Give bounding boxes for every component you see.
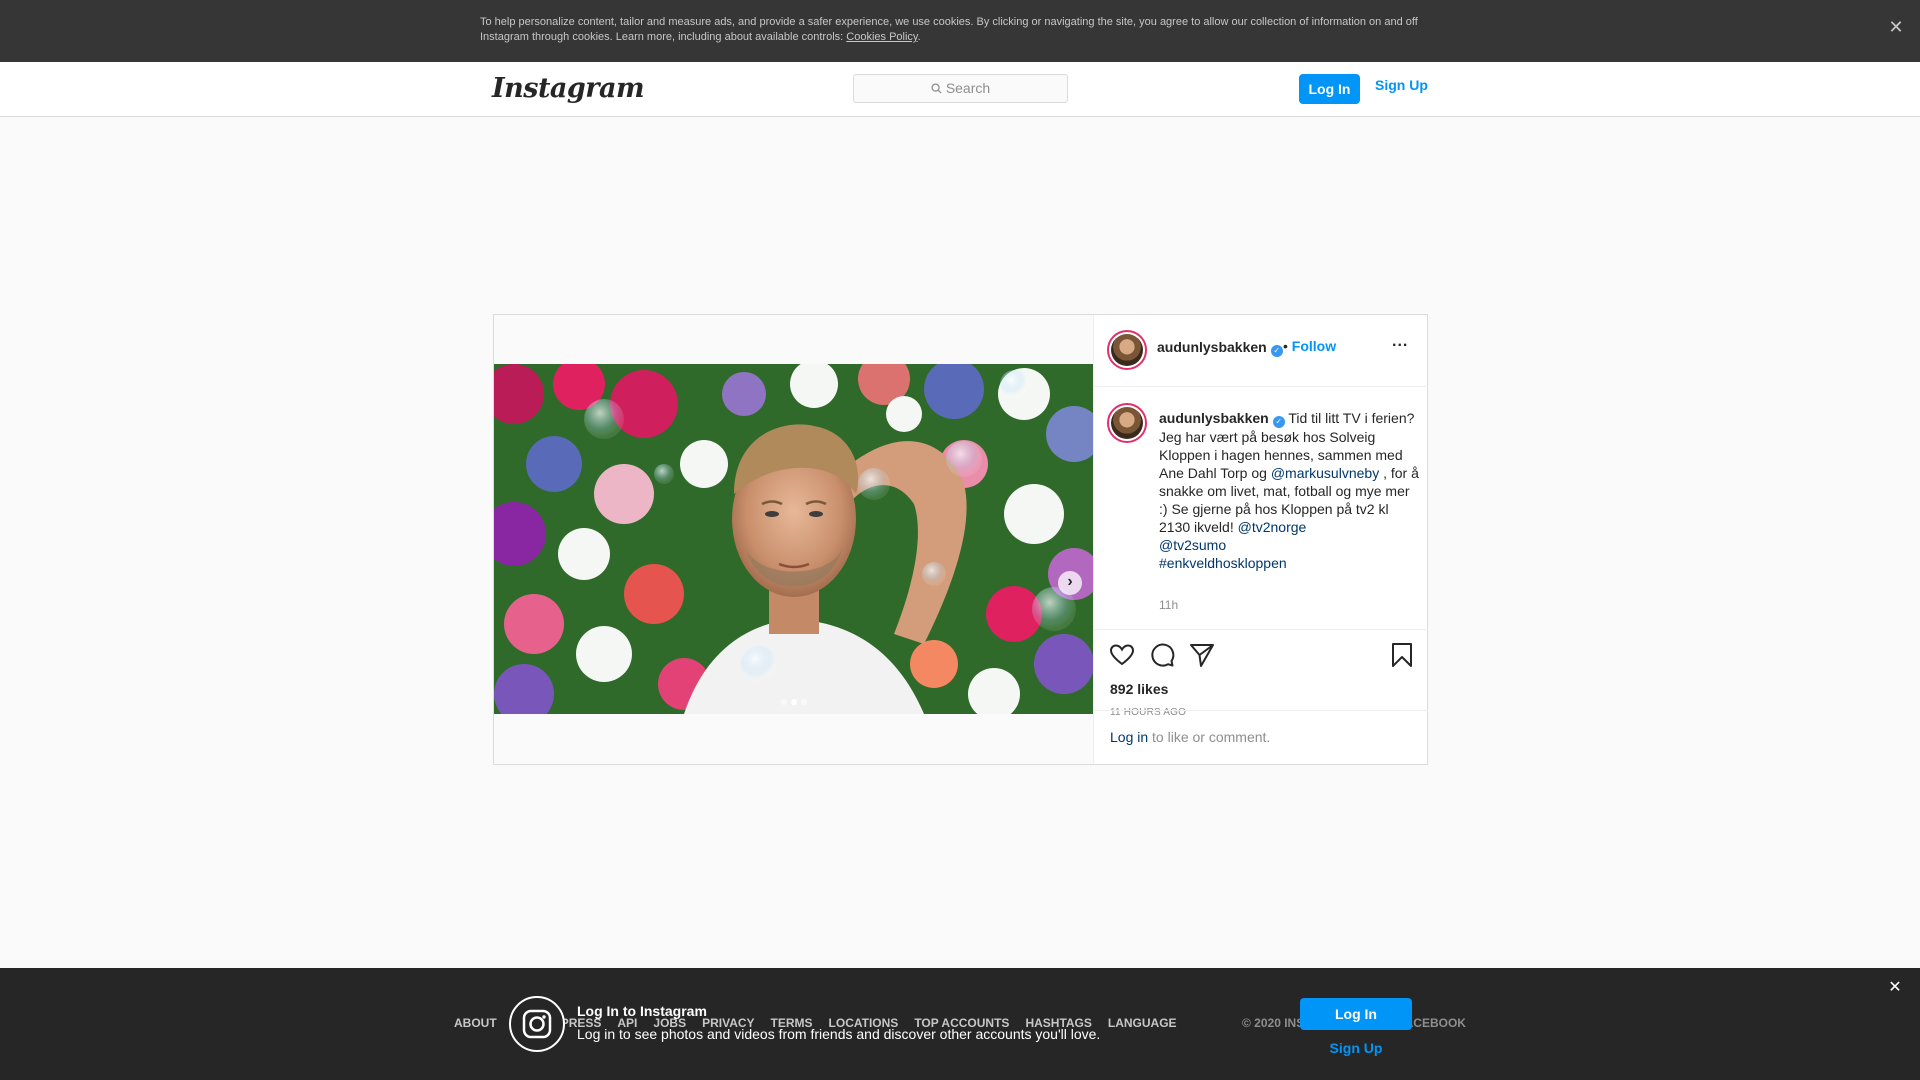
photo-image xyxy=(494,364,1093,714)
avatar[interactable] xyxy=(1107,330,1147,370)
carousel-dots xyxy=(494,692,1093,710)
verified-badge-icon: ✓ xyxy=(1272,416,1285,428)
username-link[interactable]: audunlysbakken xyxy=(1157,339,1267,355)
login-prompt-title: Log In to Instagram xyxy=(577,1003,707,1019)
separator-dot: • xyxy=(1283,338,1288,354)
post-author: audunlysbakken ✓ xyxy=(1157,339,1283,357)
more-options-icon[interactable]: ... xyxy=(1392,333,1408,351)
post-sidebar: audunlysbakken ✓ • Follow ... audunlysbak… xyxy=(1093,315,1428,764)
top-nav: Instagram Search Log In Sign Up xyxy=(0,62,1920,117)
comment-login-text: to like or comment. xyxy=(1148,729,1271,745)
footer-link-language[interactable]: LANGUAGE xyxy=(1108,1016,1177,1030)
post-caption: audunlysbakken ✓ Tid til litt TV i ferien… xyxy=(1159,409,1419,572)
heart-icon[interactable] xyxy=(1108,641,1136,669)
cookie-banner: To help personalize content, tailor and … xyxy=(0,0,1920,62)
search-placeholder: Search xyxy=(945,80,991,96)
footer-link-about[interactable]: ABOUT xyxy=(454,1016,497,1030)
mention-tv2sumo[interactable]: @tv2sumo xyxy=(1159,537,1226,553)
search-icon xyxy=(931,83,942,94)
follow-area: • Follow xyxy=(1283,338,1336,354)
login-button[interactable]: Log In xyxy=(1299,74,1360,104)
cookies-policy-link[interactable]: Cookies Policy xyxy=(846,31,917,43)
search-input[interactable]: Search xyxy=(853,74,1068,103)
prompt-login-button[interactable]: Log In xyxy=(1300,998,1412,1030)
prompt-signup-link[interactable]: Sign Up xyxy=(1300,1040,1412,1056)
close-icon[interactable]: ✕ xyxy=(1885,978,1905,998)
signup-link[interactable]: Sign Up xyxy=(1375,74,1428,104)
carousel-dot xyxy=(800,699,807,705)
follow-button[interactable]: Follow xyxy=(1292,338,1336,354)
comment-icon[interactable] xyxy=(1148,641,1176,669)
instagram-camera-icon xyxy=(509,996,565,1052)
login-prompt-subtitle: Log in to see photos and videos from fri… xyxy=(577,1026,1101,1042)
mention-markusulvneby[interactable]: @markusulvneby xyxy=(1271,465,1379,481)
close-icon[interactable]: ✕ xyxy=(1884,15,1908,39)
post-card: › audunlysbakken ✓ • Follow ... audunlysb… xyxy=(493,314,1428,765)
cookie-message: To help personalize content, tailor and … xyxy=(480,16,1418,43)
avatar[interactable] xyxy=(1107,403,1147,443)
instagram-logo[interactable]: Instagram xyxy=(492,73,645,104)
mention-tv2norge[interactable]: @tv2norge xyxy=(1238,519,1307,535)
post-header: audunlysbakken ✓ • Follow ... xyxy=(1094,315,1428,387)
login-prompt-overlay: ABOUTHELPPRESSAPIJOBSPRIVACYTERMSLOCATIO… xyxy=(0,968,1920,1080)
caption-timestamp[interactable]: 11h xyxy=(1159,598,1178,612)
likes-count[interactable]: 892 likes xyxy=(1110,681,1168,697)
post-media: › xyxy=(494,315,1093,764)
cookie-text: To help personalize content, tailor and … xyxy=(480,15,1440,45)
carousel-dot xyxy=(790,699,797,705)
comment-login-bar: Log in to like or comment. xyxy=(1094,710,1428,764)
hashtag-enkveldhoskloppen[interactable]: #enkveldhoskloppen xyxy=(1159,555,1287,571)
caption-area: audunlysbakken ✓ Tid til litt TV i ferien… xyxy=(1094,387,1428,629)
cookie-period: . xyxy=(917,31,921,43)
post-photo[interactable]: › xyxy=(494,364,1093,714)
caption-username[interactable]: audunlysbakken xyxy=(1159,410,1269,426)
comment-login-link[interactable]: Log in xyxy=(1110,729,1148,745)
bookmark-icon[interactable] xyxy=(1388,641,1416,669)
share-icon[interactable] xyxy=(1188,641,1216,669)
verified-badge-icon: ✓ xyxy=(1270,345,1283,357)
carousel-dot xyxy=(780,699,787,705)
carousel-next-button[interactable]: › xyxy=(1058,571,1082,595)
